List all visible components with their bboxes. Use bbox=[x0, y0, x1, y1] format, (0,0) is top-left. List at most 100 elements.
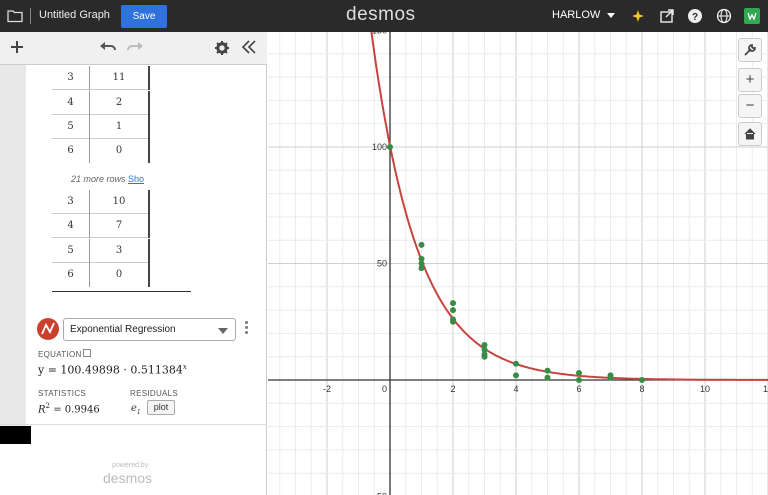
gutter-marker bbox=[0, 426, 31, 444]
divider bbox=[30, 8, 31, 24]
table-cell[interactable]: 4 bbox=[52, 91, 90, 115]
y-tick-label: 150 bbox=[372, 32, 387, 36]
table-cell[interactable]: 4 bbox=[52, 214, 90, 238]
folder-icon[interactable] bbox=[7, 9, 23, 26]
table-cell[interactable]: 10 bbox=[90, 190, 150, 214]
plot-residuals-button[interactable]: plot bbox=[147, 400, 175, 415]
y-tick-label: -50 bbox=[374, 492, 387, 495]
equation-text: y = 100.49898 · 0.511384 bbox=[38, 363, 183, 377]
zoom-in-button[interactable]: + bbox=[738, 68, 762, 92]
wrench-icon[interactable] bbox=[738, 38, 762, 62]
residuals-label: RESIDUALS bbox=[130, 389, 179, 398]
table-cell[interactable]: 6 bbox=[52, 263, 90, 287]
svg-text:?: ? bbox=[692, 12, 698, 23]
undo-icon[interactable] bbox=[99, 41, 117, 56]
home-icon[interactable] bbox=[738, 122, 762, 146]
y-tick-label: 100 bbox=[372, 142, 387, 152]
redo-icon[interactable] bbox=[126, 41, 144, 56]
zoom-out-button[interactable]: − bbox=[738, 94, 762, 118]
desmos-logo: desmos bbox=[346, 4, 416, 25]
residual-variable: e1 bbox=[131, 403, 141, 416]
table-row[interactable]: 6 0 bbox=[52, 139, 150, 163]
data-point bbox=[450, 318, 456, 325]
more-options-icon[interactable] bbox=[245, 321, 248, 336]
graph-paper[interactable]: -4-2024681012-5050100150 bbox=[268, 32, 768, 495]
more-rows-text: 21 more rows bbox=[71, 174, 126, 184]
graph-title[interactable]: Untitled Graph bbox=[39, 9, 110, 21]
data-point bbox=[576, 370, 582, 377]
x-tick-label: -2 bbox=[323, 384, 331, 394]
copy-icon[interactable] bbox=[83, 349, 91, 357]
sparkle-icon[interactable] bbox=[631, 8, 647, 24]
help-icon[interactable]: ? bbox=[687, 8, 703, 24]
r-squared: R2 = 0.9946 bbox=[38, 402, 100, 416]
powered-by-label: powered by bbox=[112, 462, 149, 469]
regression-type-select[interactable]: Exponential Regression bbox=[63, 318, 236, 341]
regression-icon[interactable] bbox=[37, 318, 59, 340]
table-cell[interactable]: 6 bbox=[52, 139, 90, 163]
table-row[interactable]: 3 11 bbox=[52, 66, 150, 90]
data-point bbox=[544, 374, 551, 381]
data-point bbox=[418, 241, 425, 248]
y-tick-label: 50 bbox=[377, 259, 387, 269]
table-cell[interactable]: 0 bbox=[90, 263, 150, 287]
table-cell[interactable]: 3 bbox=[52, 66, 90, 90]
user-menu[interactable]: HARLOW bbox=[552, 9, 600, 21]
x-tick-label: 10 bbox=[700, 384, 710, 394]
gear-icon[interactable] bbox=[215, 41, 229, 58]
table-row[interactable]: 5 1 bbox=[52, 115, 150, 139]
x-tick-label: 6 bbox=[576, 384, 581, 394]
x-tick-label: 4 bbox=[513, 384, 518, 394]
desmos-footer-logo[interactable]: desmos bbox=[103, 470, 152, 486]
equation-exponent: x bbox=[182, 363, 187, 371]
regression-curve bbox=[370, 32, 768, 381]
data-point bbox=[481, 353, 488, 360]
divider bbox=[0, 424, 267, 425]
graph-canvas[interactable]: -4-2024681012-5050100150 bbox=[268, 32, 768, 495]
chevron-down-icon[interactable] bbox=[607, 13, 615, 18]
table-cell[interactable]: 5 bbox=[52, 115, 90, 139]
data-point bbox=[387, 144, 393, 150]
data-point bbox=[639, 377, 645, 383]
table-cell[interactable]: 3 bbox=[52, 190, 90, 214]
chevron-down-icon bbox=[218, 328, 228, 334]
data-point bbox=[607, 374, 614, 381]
data-point bbox=[513, 372, 519, 379]
table-row[interactable]: 4 2 bbox=[52, 91, 150, 115]
x-tick-label: 0 bbox=[382, 384, 387, 394]
table-cell[interactable]: 2 bbox=[90, 91, 150, 115]
r-squared-value: = 0.9946 bbox=[53, 404, 100, 416]
show-rows-link[interactable]: Sho bbox=[128, 174, 144, 184]
x-tick-label: 12 bbox=[763, 384, 768, 394]
table-row[interactable]: 5 3 bbox=[52, 239, 150, 263]
data-point bbox=[450, 307, 456, 314]
panel-toolbar bbox=[0, 32, 267, 65]
table-cell[interactable]: 3 bbox=[90, 239, 150, 263]
table-cell[interactable]: 0 bbox=[90, 139, 150, 163]
collapse-icon[interactable] bbox=[241, 40, 257, 57]
more-rows-note: 21 more rows Sho bbox=[71, 174, 144, 184]
data-point bbox=[513, 360, 519, 367]
table-cell[interactable]: 11 bbox=[90, 66, 150, 90]
data-point bbox=[544, 367, 551, 374]
table-row[interactable]: 3 10 bbox=[52, 190, 150, 214]
avatar-icon[interactable] bbox=[744, 8, 760, 24]
statistics-label: STATISTICS bbox=[38, 389, 87, 398]
save-button[interactable]: Save bbox=[121, 5, 167, 28]
table-cell[interactable]: 1 bbox=[90, 115, 150, 139]
globe-icon[interactable] bbox=[716, 8, 732, 24]
table-cell[interactable]: 5 bbox=[52, 239, 90, 263]
expression-gutter bbox=[0, 65, 26, 435]
x-tick-label: 8 bbox=[639, 384, 644, 394]
data-point bbox=[450, 300, 456, 307]
regression-type-label: Exponential Regression bbox=[70, 324, 176, 335]
table-cell[interactable]: 7 bbox=[90, 214, 150, 238]
table-row[interactable]: 4 7 bbox=[52, 214, 150, 238]
table-divider bbox=[52, 291, 191, 292]
expression-panel: 3 11 4 2 5 1 6 0 21 more rows Sho 3 10 4… bbox=[0, 32, 267, 495]
share-icon[interactable] bbox=[659, 8, 675, 24]
data-point bbox=[576, 377, 582, 383]
equation-label: EQUATION bbox=[38, 350, 82, 359]
table-row[interactable]: 6 0 bbox=[52, 263, 150, 287]
add-icon[interactable] bbox=[9, 39, 25, 58]
